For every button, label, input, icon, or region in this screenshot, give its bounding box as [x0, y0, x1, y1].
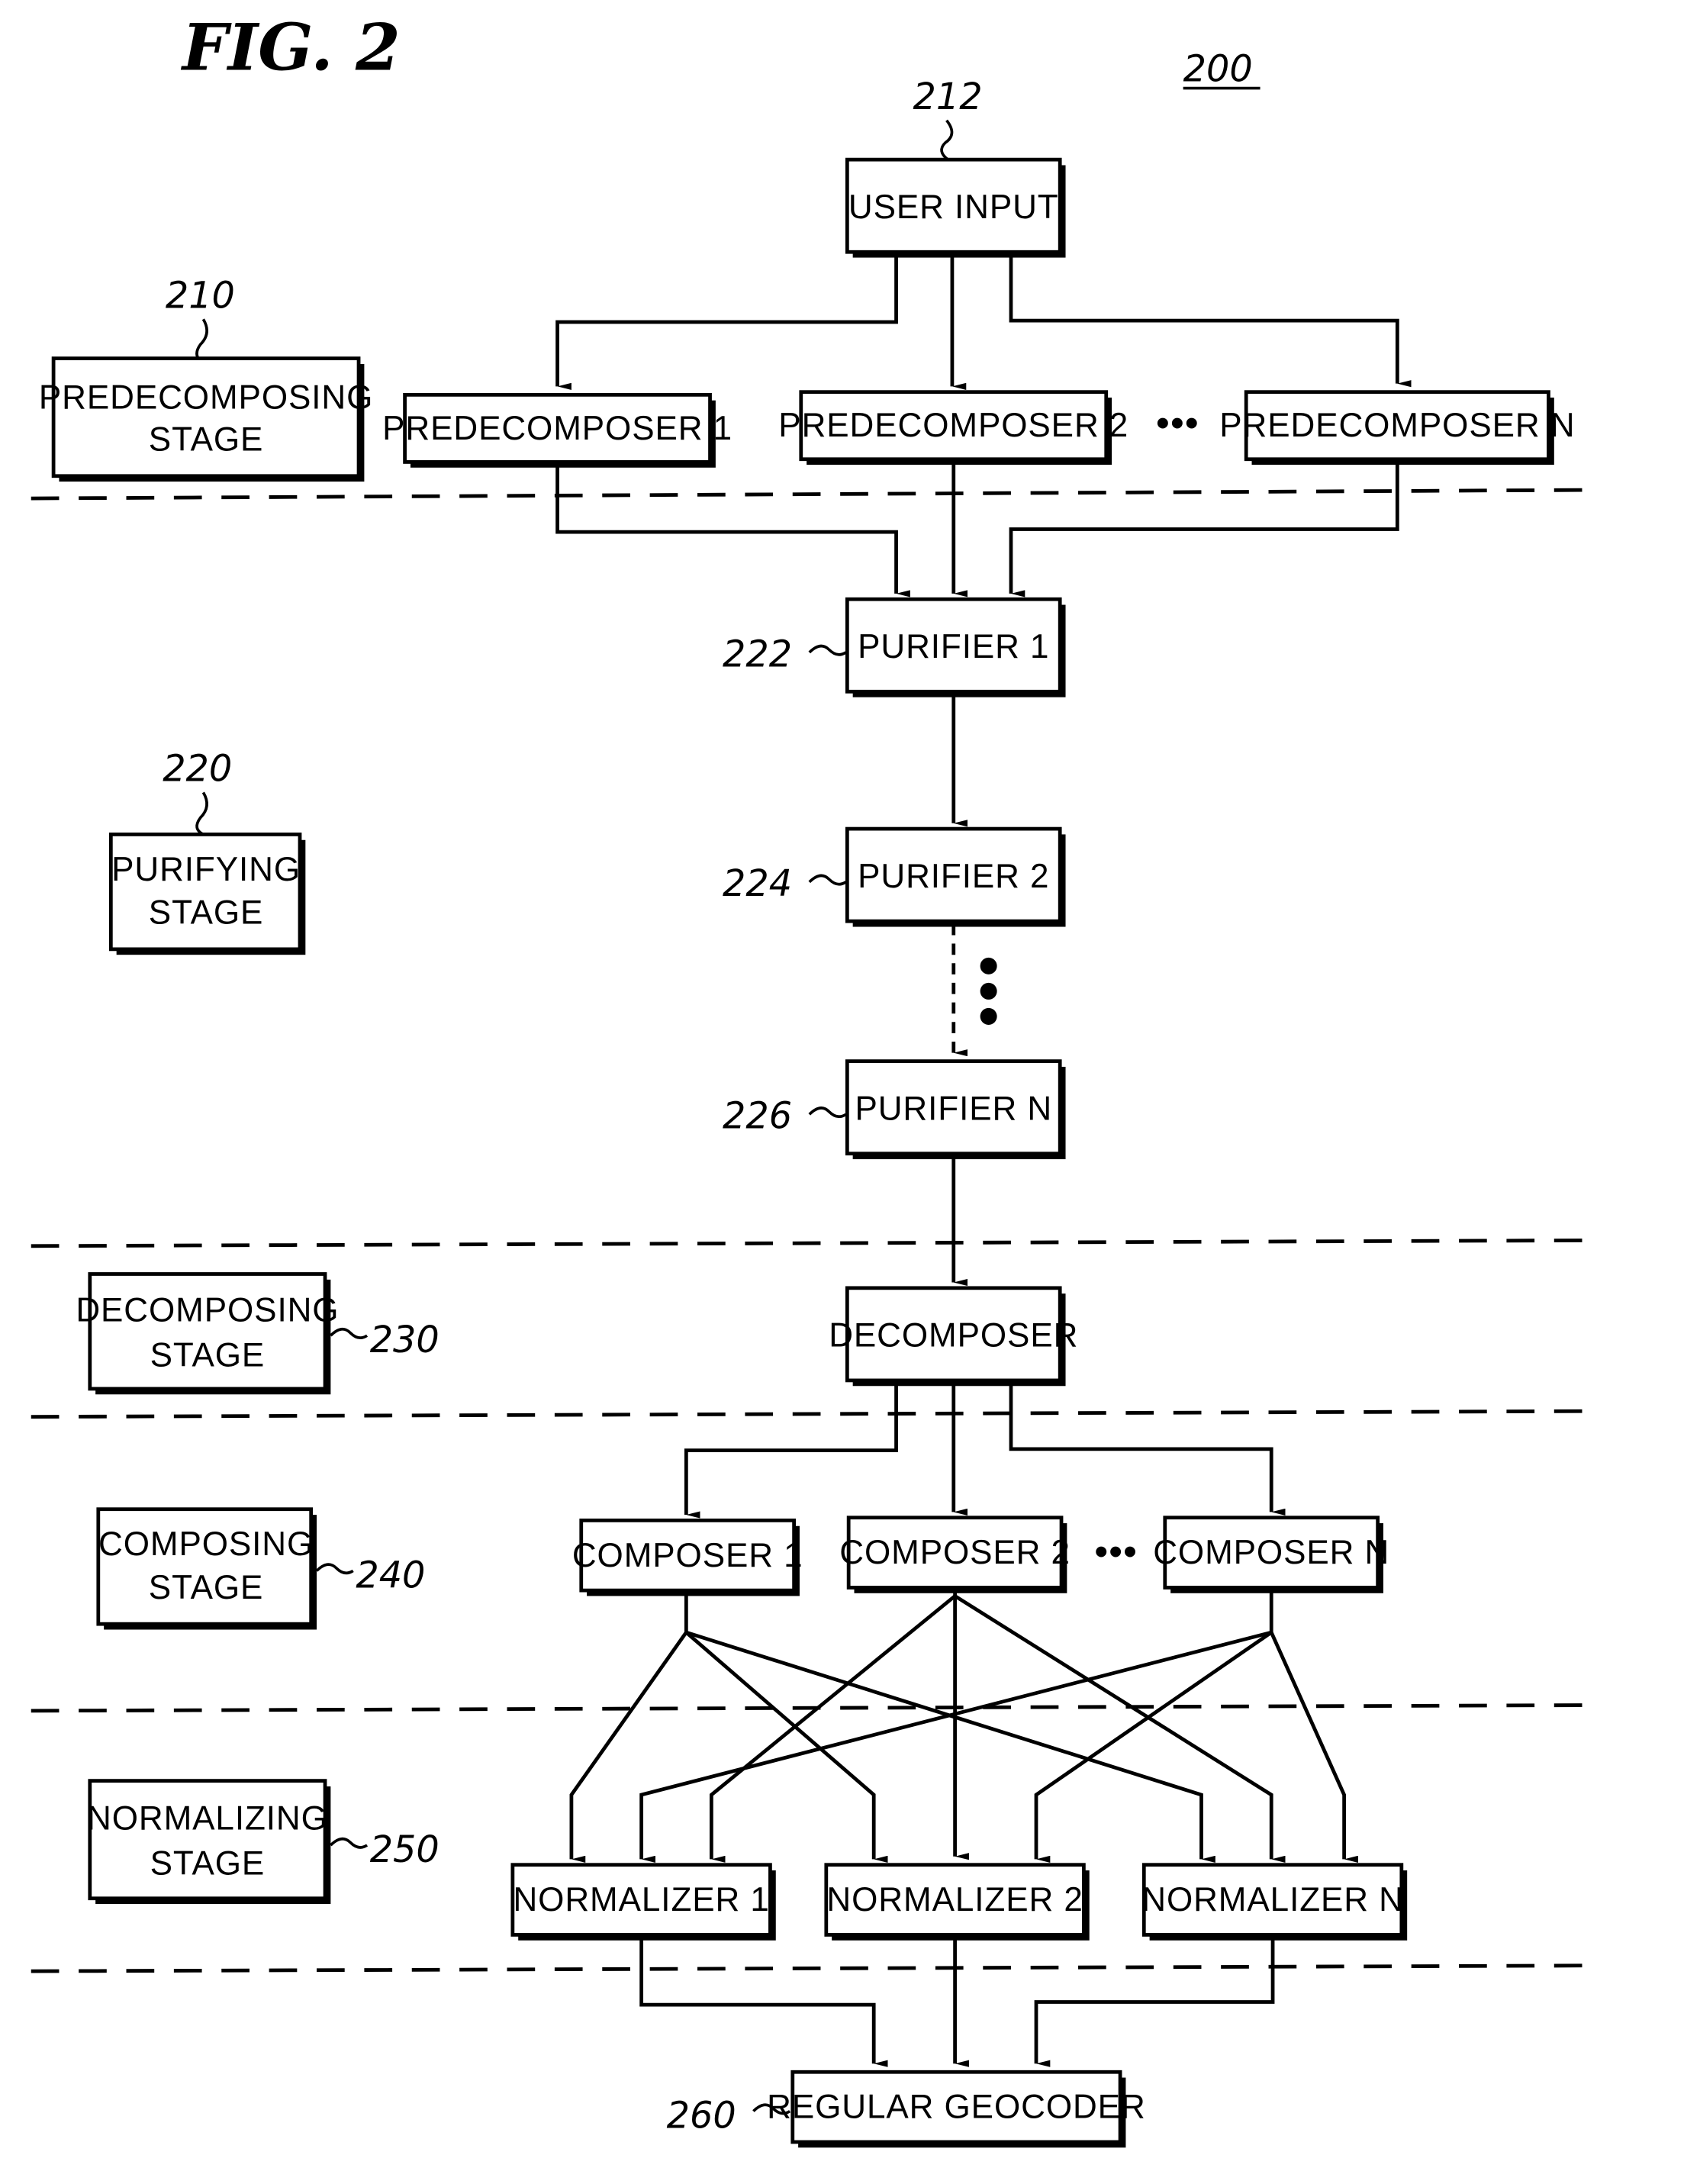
wire: [639, 1938, 888, 2067]
stage-ref: 210: [166, 275, 235, 317]
stage-decomposing: DECOMPOSING STAGE 230: [76, 1272, 439, 1395]
node-user-input: 212 USER INPUT: [845, 76, 1066, 258]
figure-title: FIG. 2: [181, 10, 401, 85]
wire: [555, 465, 910, 598]
wires-decomposer-to-composers: [684, 1383, 1286, 1519]
separator-3: [31, 1409, 1582, 1419]
separator-1: [31, 488, 1582, 501]
wires-predecomposers-to-purifier: [555, 462, 1399, 598]
node-label: NORMALIZER 2: [826, 1881, 1083, 1918]
wires-input-to-predecomposers: [555, 254, 1412, 390]
leader-squiggle: [330, 1328, 369, 1339]
node-composer-2: COMPOSER 2: [839, 1516, 1071, 1593]
wire: [684, 1383, 898, 1519]
wire: [1034, 1631, 1273, 1863]
node-label: NORMALIZER N: [1141, 1881, 1404, 1918]
node-label: USER INPUT: [848, 188, 1059, 226]
node-ref: 260: [667, 2095, 736, 2137]
node-purifier-n: 226 PURIFIER N: [723, 1059, 1066, 1160]
separator-5: [31, 1963, 1582, 1973]
stage-ref: 250: [370, 1829, 439, 1871]
node-label: PREDECOMPOSER 2: [778, 407, 1129, 444]
node-normalizer-2: NORMALIZER 2: [824, 1863, 1090, 1941]
ellipsis-icon: •••: [1094, 1529, 1138, 1573]
wire: [1034, 1938, 1275, 2067]
wire: [555, 254, 898, 390]
wire: [1009, 1383, 1286, 1516]
stage-label-line: STAGE: [150, 1844, 266, 1882]
stage-label-line: NORMALIZING: [87, 1800, 328, 1838]
node-label: DECOMPOSER: [829, 1317, 1078, 1355]
stage-ref: 220: [163, 749, 232, 791]
node-label: NORMALIZER 1: [513, 1881, 769, 1918]
wire: [1009, 462, 1399, 598]
node-label: PURIFIER 1: [858, 628, 1049, 665]
node-purifier-2: 224 PURIFIER 2: [723, 826, 1066, 927]
ellipsis-icon: •••: [1156, 401, 1199, 445]
node-predecomposer-1: PREDECOMPOSER 1: [382, 392, 732, 468]
wire: [569, 1631, 688, 1863]
node-regular-geocoder: 260 REGULAR GEOCODER: [667, 2070, 1146, 2148]
leader-squiggle: [808, 874, 847, 886]
node-normalizer-n: NORMALIZER N: [1141, 1863, 1408, 1941]
wire: [954, 1594, 1286, 1863]
node-ref: 226: [723, 1096, 792, 1138]
vertical-ellipsis-icon: [980, 957, 997, 1025]
node-label: COMPOSER 2: [839, 1534, 1071, 1571]
separator-2: [31, 1239, 1582, 1248]
wire: [684, 1631, 888, 1863]
leader-squiggle: [330, 1837, 369, 1849]
stage-composing: COMPOSING STAGE 240: [96, 1507, 425, 1630]
figure-ref-number: 200: [1183, 48, 1253, 90]
wire: [1270, 1632, 1358, 1863]
node-ref: 224: [723, 863, 792, 905]
stage-label-line: STAGE: [149, 894, 264, 932]
wires-composers-to-normalizers: [569, 1587, 1358, 1863]
node-label: COMPOSER N: [1153, 1534, 1389, 1571]
wires-normalizers-to-geocoder: [639, 1938, 1275, 2067]
node-label: PURIFIER 2: [858, 858, 1049, 895]
node-label: PREDECOMPOSER 1: [382, 410, 732, 447]
stage-ref: 230: [370, 1319, 439, 1361]
stage-separators: [31, 488, 1582, 1973]
diagram-canvas: FIG. 2 200 210 PREDECOMPOSING STAGE 220 …: [31, 10, 1582, 2148]
stage-label-line: STAGE: [149, 1569, 264, 1606]
wire: [685, 1630, 1215, 1863]
stage-predecomposing: 210 PREDECOMPOSING STAGE: [39, 275, 373, 482]
wire: [709, 1594, 957, 1863]
stage-label-line: STAGE: [150, 1336, 266, 1374]
stage-label-line: PREDECOMPOSING: [39, 379, 373, 417]
wire: [1009, 254, 1412, 388]
node-normalizer-1: NORMALIZER 1: [510, 1863, 776, 1941]
node-composer-n: COMPOSER N: [1153, 1516, 1389, 1593]
node-predecomposer-n: PREDECOMPOSER N: [1219, 390, 1575, 465]
separator-4: [31, 1703, 1582, 1713]
stage-label-line: STAGE: [149, 421, 264, 459]
node-ref: 222: [723, 633, 792, 675]
node-label: REGULAR GEOCODER: [767, 2089, 1146, 2126]
node-label: COMPOSER 1: [572, 1537, 803, 1574]
node-predecomposer-2: PREDECOMPOSER 2: [778, 390, 1129, 465]
stage-label-line: DECOMPOSING: [76, 1292, 339, 1329]
leader-squiggle: [315, 1563, 354, 1575]
leader-squiggle: [808, 1106, 847, 1119]
node-label: PREDECOMPOSER N: [1219, 407, 1575, 444]
stage-ref: 240: [356, 1554, 425, 1596]
node-label: PURIFIER N: [855, 1090, 1052, 1128]
stage-label-line: PURIFYING: [111, 851, 301, 888]
stage-purifying: 220 PURIFYING STAGE: [108, 749, 306, 955]
node-decomposer: DECOMPOSER: [829, 1286, 1078, 1387]
node-composer-1: COMPOSER 1: [572, 1519, 803, 1596]
node-ref: 212: [913, 76, 983, 118]
stage-normalizing: NORMALIZING STAGE 250: [87, 1779, 439, 1905]
stage-label-line: COMPOSING: [98, 1525, 314, 1563]
leader-squiggle: [940, 119, 954, 161]
leader-squiggle: [808, 644, 847, 656]
leader-squiggle: [195, 791, 208, 836]
node-purifier-1: 222 PURIFIER 1: [723, 597, 1066, 697]
